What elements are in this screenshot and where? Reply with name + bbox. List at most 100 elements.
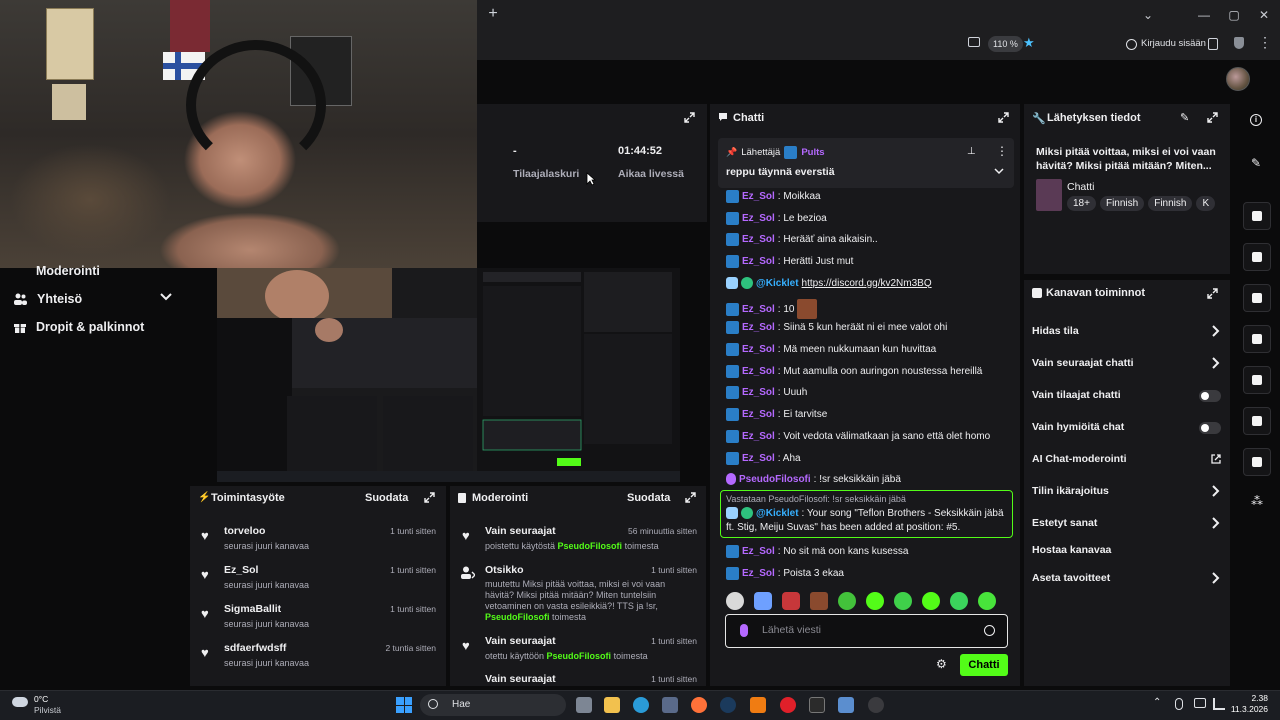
weather-temp[interactable]: 0°C <box>34 694 48 704</box>
avatar[interactable] <box>1226 67 1250 91</box>
emote-icon[interactable] <box>782 592 800 610</box>
shield-icon[interactable] <box>1234 37 1244 49</box>
emote-icon[interactable] <box>950 592 968 610</box>
tag-chip[interactable]: 18+ <box>1067 196 1096 211</box>
bookmark-star-icon[interactable]: ★ <box>1023 35 1035 51</box>
emote-icon[interactable] <box>754 592 772 610</box>
chevron-right-icon[interactable] <box>1212 572 1220 584</box>
chat-input[interactable]: Lähetä viesti <box>725 614 1008 648</box>
expand-icon[interactable] <box>424 492 435 503</box>
chat-message[interactable]: Ez_Sol: Voit vedota välimatkaan ja sano … <box>726 430 990 443</box>
zoom-level-badge[interactable]: 110 % <box>988 36 1023 52</box>
action-host-channel[interactable]: Hostaa kanavaa <box>1032 544 1111 556</box>
action-followers-only[interactable]: Vain seuraajat chatti <box>1032 357 1134 369</box>
taskbar-search[interactable]: Hae <box>420 694 566 716</box>
display-icon[interactable] <box>1194 698 1206 708</box>
store-icon[interactable] <box>662 697 678 713</box>
sign-in-button[interactable]: Kirjaudu sisään <box>1126 35 1206 53</box>
chat-message[interactable]: Ez_Sol: Poista 3 ekaa <box>726 567 844 580</box>
close-icon[interactable]: ✕ <box>1252 5 1276 25</box>
expand-icon[interactable] <box>685 492 696 503</box>
activity-user[interactable]: SigmaBallit <box>224 603 281 615</box>
emote-icon[interactable] <box>866 592 884 610</box>
chat-message[interactable]: Ez_Sol: No sit mä oon kans kusessa <box>726 545 908 558</box>
chat-message[interactable]: Ez_Sol: Le bezioa <box>726 212 827 225</box>
chat-message[interactable]: Ez_Sol: Mut aamulla oon auringon noustes… <box>726 365 982 378</box>
chat-message[interactable]: Ez_Sol: Uuuh <box>726 386 807 399</box>
chat-message[interactable]: @Kicklet https://discord.gg/kv2Nm3BQ <box>726 277 932 289</box>
chat-message[interactable]: Ez_Sol: Mä meen nukkumaan kun huvittaa <box>726 343 936 356</box>
activity-user[interactable]: Ez_Sol <box>224 564 258 576</box>
reader-view-icon[interactable] <box>968 37 980 47</box>
action-ai-moderation[interactable]: AI Chat-moderointi <box>1032 453 1127 465</box>
emote-icon[interactable] <box>810 592 828 610</box>
edge-icon[interactable] <box>633 697 649 713</box>
file-explorer-icon[interactable] <box>604 697 620 713</box>
clock-time[interactable]: 2.38 <box>1236 693 1268 703</box>
firefox-icon[interactable] <box>691 697 707 713</box>
task-view-icon[interactable] <box>576 697 592 713</box>
subscribers-only-toggle[interactable] <box>1199 390 1221 402</box>
chat-message[interactable]: PseudoFilosofi: !sr seksikkäin jäbä <box>726 473 901 485</box>
more-icon[interactable]: ⋮ <box>996 144 1008 158</box>
activity-user[interactable]: torveloo <box>224 525 265 537</box>
tab-list-icon[interactable]: ⌄ <box>1136 5 1160 25</box>
expand-icon[interactable] <box>1207 288 1218 299</box>
send-chat-button[interactable]: Chatti <box>960 654 1008 676</box>
chat-message[interactable]: Ez_Sol: Herätti Just mut <box>726 255 853 268</box>
chevron-down-icon[interactable] <box>160 293 172 301</box>
emote-icon[interactable] <box>978 592 996 610</box>
stream-preview[interactable] <box>217 268 680 482</box>
extensions-icon[interactable] <box>1208 38 1218 50</box>
sidebar-item-drops[interactable]: Dropit & palkinnot <box>14 320 144 334</box>
minimize-icon[interactable]: — <box>1192 5 1216 25</box>
mic-icon[interactable] <box>740 624 748 637</box>
tray-chevron-icon[interactable]: ⌃ <box>1153 697 1161 708</box>
sidebar-item-moderation[interactable]: Moderointi <box>14 264 100 278</box>
activity-filter-button[interactable]: Suodata <box>365 492 408 504</box>
rail-button-camera[interactable] <box>1243 202 1271 230</box>
edit-icon[interactable]: ✎ <box>1180 111 1189 124</box>
external-link-icon[interactable] <box>1211 454 1221 464</box>
maximize-icon[interactable]: ▢ <box>1222 5 1246 25</box>
chevron-right-icon[interactable] <box>1212 325 1220 337</box>
chat-message[interactable]: Ez_Sol: Moikkaa <box>726 190 821 203</box>
emote-icon[interactable] <box>922 592 940 610</box>
chevron-right-icon[interactable] <box>1212 517 1220 529</box>
rail-button-chat[interactable] <box>1243 325 1271 353</box>
steam-icon[interactable] <box>720 697 736 713</box>
rail-button-broadcast[interactable] <box>1243 366 1271 394</box>
expand-icon[interactable] <box>998 112 1009 123</box>
chevron-right-icon[interactable] <box>1212 485 1220 497</box>
moderation-filter-button[interactable]: Suodata <box>627 492 670 504</box>
info-icon[interactable]: i <box>1250 114 1262 126</box>
chat-message[interactable]: Ez_Sol: Aha <box>726 452 801 465</box>
pencil-icon[interactable]: ✎ <box>1251 156 1261 170</box>
emote-icon[interactable] <box>894 592 912 610</box>
action-age-restriction[interactable]: Tilin ikärajoitus <box>1032 485 1109 497</box>
chat-message[interactable]: Ez_Sol: Herääť aina aikaisin.. <box>726 233 878 246</box>
chevron-right-icon[interactable] <box>1212 357 1220 369</box>
chat-message[interactable]: Ez_Sol: 10 <box>726 299 818 319</box>
rail-button-document[interactable] <box>1243 284 1271 312</box>
tag-chip[interactable]: Finnish <box>1148 196 1193 211</box>
sidebar-item-community[interactable]: Yhteisö <box>14 292 82 306</box>
emote-icon[interactable] <box>838 592 856 610</box>
notepad-icon[interactable] <box>838 697 854 713</box>
terminal-icon[interactable] <box>809 697 825 713</box>
chat-message[interactable]: Ez_Sol: Ei tarvitse <box>726 408 827 421</box>
share-icon[interactable]: ⁂ <box>1251 494 1263 508</box>
emote-only-toggle[interactable] <box>1199 422 1221 434</box>
windows-start-icon[interactable] <box>396 697 412 713</box>
chat-link[interactable]: https://discord.gg/kv2Nm3BQ <box>802 278 932 289</box>
expand-icon[interactable] <box>1207 112 1218 123</box>
action-set-goals[interactable]: Aseta tavoitteet <box>1032 572 1110 584</box>
tag-chip[interactable]: Finnish <box>1099 196 1145 211</box>
tag-chip[interactable]: K <box>1196 196 1216 211</box>
obs-icon[interactable] <box>868 697 884 713</box>
chat-message[interactable]: Ez_Sol: Siinä 5 kun heräät ni ei mee val… <box>726 321 947 334</box>
expand-icon[interactable] <box>684 112 695 123</box>
chevron-down-icon[interactable] <box>994 168 1004 175</box>
rail-button-wrench[interactable] <box>1243 448 1271 476</box>
opera-icon[interactable] <box>780 697 796 713</box>
